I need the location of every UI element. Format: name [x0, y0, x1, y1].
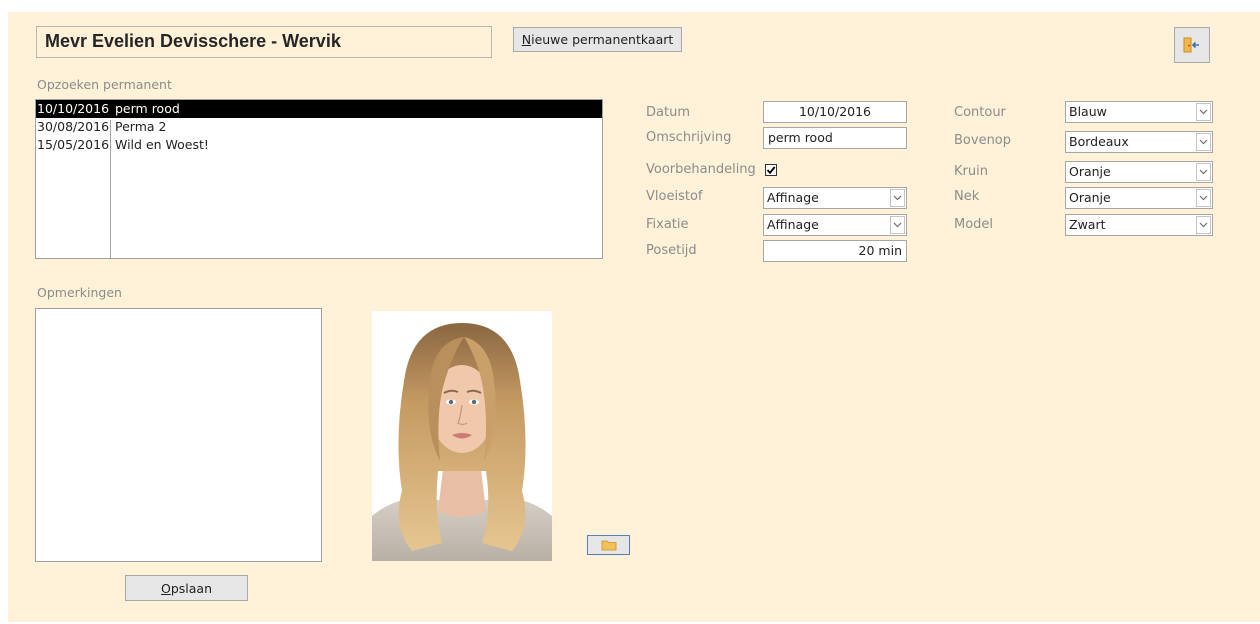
chevron-down-icon[interactable] — [1196, 216, 1211, 234]
nek-label: Nek — [954, 189, 980, 204]
voorbehandeling-checkbox[interactable] — [765, 164, 777, 176]
save-accel: O — [160, 580, 171, 596]
list-item-description: Perma 2 — [115, 119, 167, 134]
chevron-down-icon[interactable] — [1196, 103, 1211, 121]
posetijd-label: Posetijd — [646, 243, 697, 258]
remarks-label: Opmerkingen — [37, 285, 122, 300]
permanent-card-form: Mevr Evelien Devisschere - Wervik Nieuwe… — [8, 12, 1260, 622]
bovenop-value: Bordeaux — [1069, 134, 1129, 149]
fixatie-label: Fixatie — [646, 217, 689, 232]
exit-button[interactable] — [1174, 27, 1210, 63]
list-item-date: 10/10/2016 — [37, 101, 110, 116]
kruin-select[interactable]: Oranje — [1065, 161, 1213, 183]
omschrijving-label: Omschrijving — [646, 130, 732, 145]
contour-select[interactable]: Blauw — [1065, 101, 1213, 123]
chevron-down-icon[interactable] — [1196, 163, 1211, 181]
kruin-label: Kruin — [954, 164, 988, 179]
bovenop-select[interactable]: Bordeaux — [1065, 131, 1213, 153]
contour-value: Blauw — [1069, 104, 1107, 119]
nek-select[interactable]: Oranje — [1065, 187, 1213, 209]
customer-title: Mevr Evelien Devisschere - Wervik — [36, 26, 492, 58]
save-label: pslaan — [170, 580, 212, 596]
list-item[interactable]: 30/08/2016 Perma 2 — [36, 118, 602, 136]
list-item[interactable]: 10/10/2016 perm rood — [36, 100, 602, 118]
new-card-label: ieuwe permanentkaart — [531, 32, 674, 47]
voorbehandeling-label: Voorbehandeling — [646, 162, 756, 177]
vloeistof-label: Vloeistof — [646, 189, 703, 204]
list-item-description: perm rood — [115, 101, 180, 116]
remarks-textarea[interactable] — [35, 308, 322, 562]
nek-value: Oranje — [1069, 190, 1111, 205]
browse-photo-button[interactable] — [587, 535, 630, 555]
list-item-date: 15/05/2016 — [37, 137, 110, 152]
client-photo — [372, 311, 552, 561]
omschrijving-field[interactable]: perm rood — [763, 127, 907, 149]
fixatie-select[interactable]: Affinage — [763, 214, 907, 236]
fixatie-value: Affinage — [767, 217, 819, 232]
vloeistof-value: Affinage — [767, 190, 819, 205]
new-permanent-card-button[interactable]: Nieuwe permanentkaart — [513, 27, 682, 52]
save-button[interactable]: Opslaan — [125, 575, 248, 601]
bovenop-label: Bovenop — [954, 133, 1012, 148]
exit-door-icon — [1183, 37, 1201, 53]
chevron-down-icon[interactable] — [1196, 189, 1211, 207]
folder-icon — [601, 539, 617, 551]
kruin-value: Oranje — [1069, 164, 1111, 179]
permanent-listbox[interactable]: 10/10/2016 perm rood 30/08/2016 Perma 2 … — [35, 99, 603, 259]
datum-field[interactable]: 10/10/2016 — [763, 101, 907, 123]
new-card-accel: N — [521, 32, 532, 47]
posetijd-field[interactable]: 20 min — [763, 240, 907, 262]
model-label: Model — [954, 217, 994, 232]
contour-label: Contour — [954, 105, 1006, 120]
datum-label: Datum — [646, 105, 690, 120]
chevron-down-icon[interactable] — [890, 216, 905, 234]
chevron-down-icon[interactable] — [890, 189, 905, 207]
model-select[interactable]: Zwart — [1065, 214, 1213, 236]
model-value: Zwart — [1069, 217, 1106, 232]
list-item[interactable]: 15/05/2016 Wild en Woest! — [36, 136, 602, 154]
list-item-description: Wild en Woest! — [115, 137, 209, 152]
checkmark-icon — [766, 166, 776, 175]
chevron-down-icon[interactable] — [1196, 133, 1211, 151]
search-permanent-label: Opzoeken permanent — [37, 77, 172, 92]
list-item-date: 30/08/2016 — [37, 119, 110, 134]
vloeistof-select[interactable]: Affinage — [763, 187, 907, 209]
